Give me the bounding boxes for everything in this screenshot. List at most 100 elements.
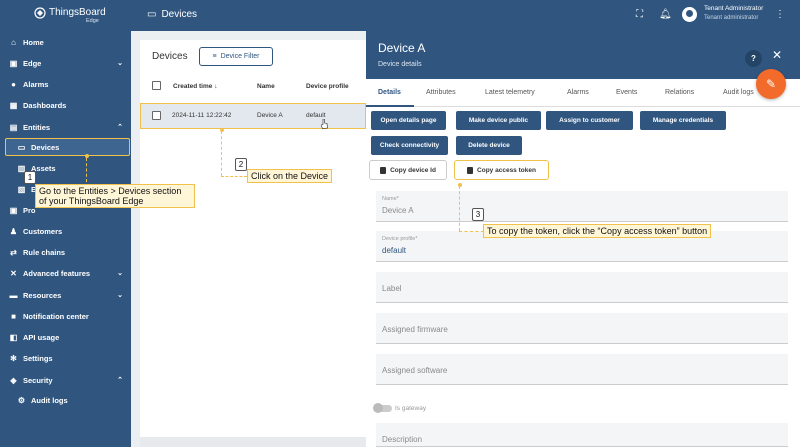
label-field[interactable]: Label [376, 272, 788, 303]
audit-logs-icon: ⚙ [17, 395, 26, 405]
sidebar-item-security[interactable]: ◈ Security ⌃ [0, 371, 131, 389]
home-icon: ⌂ [11, 37, 16, 47]
sidebar-item-edge[interactable]: ▣ Edge ⌄ [0, 54, 131, 72]
sidebar-item-rule-chains[interactable]: ⇄ Rule chains [0, 243, 131, 261]
advanced-icon: ✕ [10, 268, 17, 278]
sidebar-item-label: Pro [23, 205, 36, 215]
sidebar-item-label: Notification center [23, 311, 89, 321]
chevron-down-icon: ⌄ [117, 270, 123, 277]
copy-icon [380, 166, 387, 174]
column-header-name[interactable]: Name [257, 83, 275, 90]
help-icon[interactable]: ? [745, 50, 762, 67]
label-placeholder: Label [382, 284, 402, 293]
dashboard-icon: ▦ [9, 100, 18, 110]
details-tabs: Details Attributes Latest telemetry Alar… [366, 79, 800, 107]
avatar[interactable] [682, 7, 697, 22]
callout-1: Go to the Entities > Devices section of … [35, 184, 195, 208]
callout-2-connector-horizontal [221, 176, 247, 177]
column-header-device-profile[interactable]: Device profile [306, 83, 349, 90]
fullscreen-icon[interactable]: ⛶ [636, 9, 643, 20]
tab-relations[interactable]: Relations [665, 89, 694, 96]
sidebar-item-label: Resources [23, 290, 62, 300]
sidebar-item-label: Rule chains [23, 247, 66, 257]
sidebar-item-devices[interactable]: ▭ Devices [5, 138, 130, 156]
devices-icon: ▭ [147, 9, 157, 20]
sidebar-item-notification-center[interactable]: ■ Notification center [0, 307, 131, 325]
chevron-down-icon: ⌄ [117, 60, 123, 67]
copy-access-token-button[interactable]: Copy access token [454, 160, 549, 180]
callout-3-connector-horizontal [459, 231, 484, 232]
user-name: Tenant Administrator [704, 5, 764, 12]
notifications-bell-icon[interactable]: 🔔︎ [659, 9, 672, 20]
tab-audit-logs[interactable]: Audit logs [723, 89, 754, 96]
sidebar-item-alarms[interactable]: ● Alarms [0, 75, 131, 93]
table-row[interactable]: 2024-11-11 12:22:42 Device A default [140, 103, 366, 129]
callout-2: Click on the Device [247, 169, 333, 183]
make-device-public-button[interactable]: Make device public [456, 111, 541, 130]
close-icon[interactable]: ✕ [772, 48, 782, 62]
device-profile-value[interactable]: default [382, 246, 406, 255]
device-filter-button[interactable]: ≡ Device Filter [199, 47, 273, 66]
cell-device-profile: default [306, 112, 326, 119]
manage-credentials-button[interactable]: Manage credentials [640, 111, 726, 130]
sidebar-item-settings[interactable]: ✻ Settings [0, 349, 131, 367]
tab-alarms[interactable]: Alarms [567, 89, 589, 96]
tab-attributes[interactable]: Attributes [426, 89, 456, 96]
chevron-up-icon: ⌃ [117, 377, 123, 384]
logo[interactable]: ThingsBoard Edge [0, 0, 131, 31]
customers-icon: ♟ [9, 226, 18, 236]
sidebar: ThingsBoard Edge ⌂ Home ▣ Edge ⌄ ● Alarm… [0, 0, 131, 447]
details-title: Device A [378, 41, 426, 55]
name-field[interactable]: Name* Device A [376, 191, 788, 222]
description-field[interactable]: Description [376, 423, 788, 447]
assigned-firmware-field[interactable]: Assigned firmware [376, 313, 788, 344]
tab-events[interactable]: Events [616, 89, 637, 96]
sidebar-item-entities[interactable]: ▤ Entities ⌃ [0, 118, 131, 136]
entity-views-icon: ▧ [17, 184, 26, 194]
devices-footer [140, 437, 366, 447]
sidebar-item-label: Advanced features [23, 268, 91, 278]
sidebar-item-advanced-features[interactable]: ✕ Advanced features ⌄ [0, 264, 131, 282]
sidebar-item-api-usage[interactable]: ◧ API usage [0, 328, 131, 346]
sidebar-item-home[interactable]: ⌂ Home [0, 33, 131, 51]
assigned-software-field[interactable]: Assigned software [376, 354, 788, 385]
tab-details[interactable]: Details [378, 89, 401, 96]
copy-device-id-button[interactable]: Copy device Id [369, 160, 447, 180]
sidebar-item-audit-logs[interactable]: ⚙ Audit logs [0, 391, 131, 409]
sidebar-item-assets[interactable]: ▥ Assets [0, 159, 131, 177]
logo-text: ThingsBoard [49, 7, 106, 18]
page-title-text: Devices [161, 9, 198, 20]
sidebar-item-label: Edge [23, 58, 42, 68]
name-field-label: Name* [382, 196, 399, 202]
sidebar-item-dashboards[interactable]: ▦ Dashboards [0, 96, 131, 114]
resources-icon: ▬ [9, 290, 18, 300]
page-title: ▭ Devices [147, 9, 197, 20]
entities-icon: ▤ [9, 122, 18, 132]
sidebar-item-label: Home [23, 37, 44, 47]
api-usage-icon: ◧ [9, 332, 18, 342]
sidebar-item-resources[interactable]: ▬ Resources ⌄ [0, 286, 131, 304]
column-header-created-time[interactable]: Created time ↓ [173, 83, 217, 90]
row-checkbox[interactable] [152, 111, 161, 120]
devices-table-panel: Devices ≡ Device Filter Created time ↓ N… [140, 40, 366, 447]
callout-2-connector-vertical [221, 131, 222, 176]
top-bar: ▭ Devices ⛶ 🔔︎ Tenant Administrator Tena… [131, 0, 800, 31]
sidebar-item-label: Customers [23, 226, 63, 236]
edge-icon: ▣ [9, 58, 18, 68]
assigned-software-placeholder: Assigned software [382, 366, 448, 375]
sidebar-item-label: Entities [23, 122, 51, 132]
more-vert-icon[interactable]: ⋮ [775, 9, 785, 20]
assign-to-customer-button[interactable]: Assign to customer [546, 111, 633, 130]
tab-latest-telemetry[interactable]: Latest telemetry [485, 89, 535, 96]
active-tab-indicator [366, 105, 414, 107]
sidebar-item-label: Dashboards [23, 100, 67, 110]
sidebar-item-customers[interactable]: ♟ Customers [0, 222, 131, 240]
is-gateway-toggle[interactable] [373, 403, 392, 413]
cell-created-time: 2024-11-11 12:22:42 [172, 112, 232, 119]
sidebar-item-label: Security [23, 375, 53, 385]
check-connectivity-button[interactable]: Check connectivity [371, 136, 448, 155]
open-details-page-button[interactable]: Open details page [371, 111, 446, 130]
callout-1-step-badge: 1 [24, 171, 36, 184]
delete-device-button[interactable]: Delete device [456, 136, 522, 155]
select-all-checkbox[interactable] [152, 81, 161, 90]
